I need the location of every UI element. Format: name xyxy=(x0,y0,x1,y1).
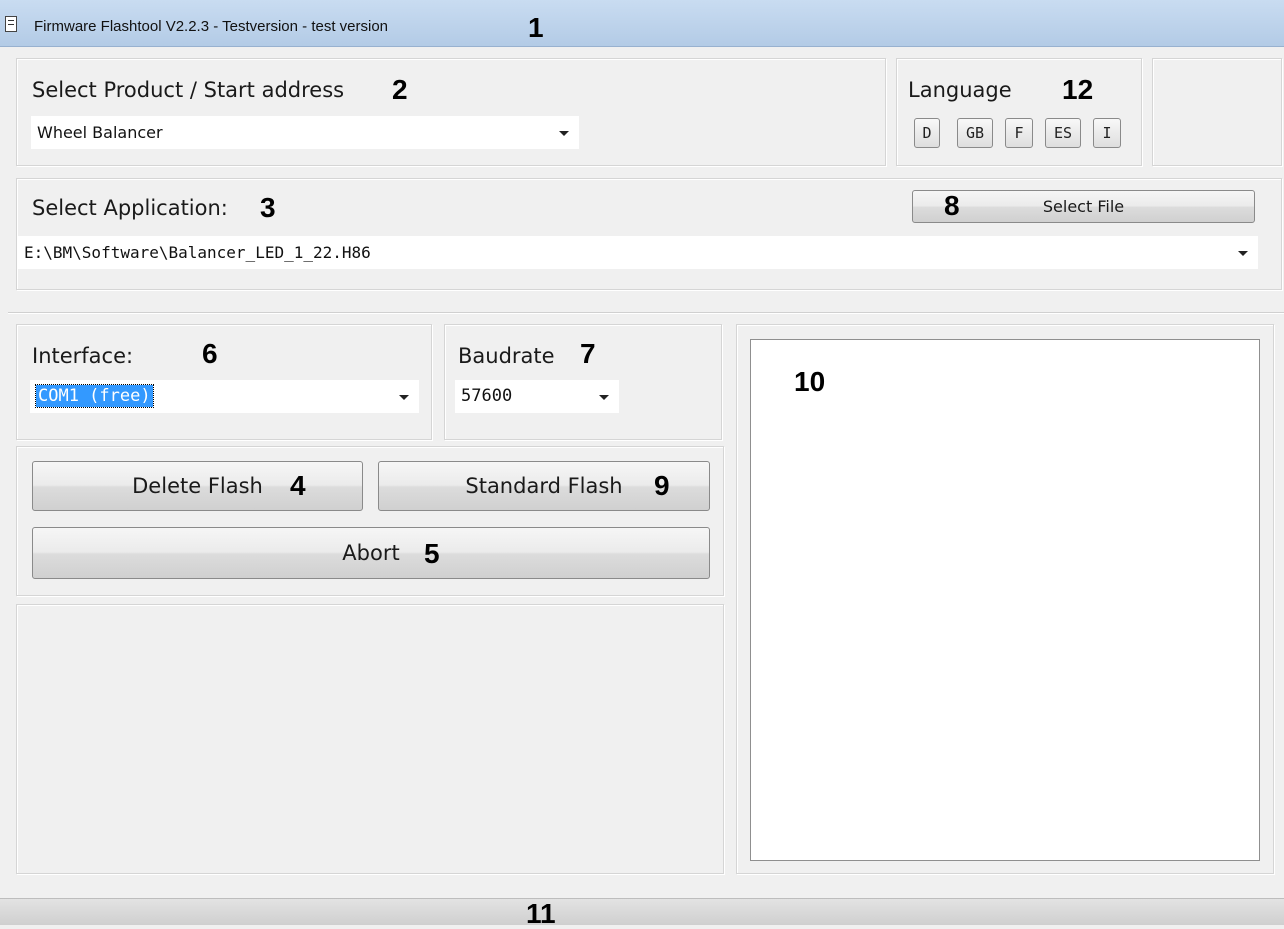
progress-bar xyxy=(0,898,1284,925)
chevron-down-icon xyxy=(1238,251,1248,256)
callout-5: 5 xyxy=(424,538,440,569)
application-file-value: E:\BM\Software\Balancer_LED_1_22.H86 xyxy=(24,243,371,262)
chevron-down-icon xyxy=(599,395,609,400)
interface-select[interactable]: COM1 (free) xyxy=(30,380,419,413)
abort-label: Abort xyxy=(342,541,400,565)
application-file-select[interactable]: E:\BM\Software\Balancer_LED_1_22.H86 xyxy=(18,236,1258,269)
chevron-down-icon xyxy=(559,131,569,136)
language-button-i[interactable]: I xyxy=(1093,118,1121,148)
language-group xyxy=(896,58,1142,166)
separator xyxy=(8,312,1284,314)
baudrate-select-value: 57600 xyxy=(461,386,513,406)
language-label: Language xyxy=(908,78,1012,102)
interface-select-value: COM1 (free) xyxy=(35,384,154,408)
callout-6: 6 xyxy=(202,338,218,369)
window-title: Firmware Flashtool V2.2.3 - Testversion … xyxy=(34,18,389,35)
callout-10: 10 xyxy=(794,366,826,397)
language-button-f[interactable]: F xyxy=(1005,118,1033,148)
callout-8: 8 xyxy=(944,190,960,221)
product-select-value: Wheel Balancer xyxy=(37,123,163,142)
info-group xyxy=(16,604,724,874)
callout-12: 12 xyxy=(1062,74,1094,105)
select-file-label: Select File xyxy=(1042,197,1125,216)
empty-group xyxy=(1152,58,1282,166)
product-group xyxy=(16,58,886,166)
baudrate-select[interactable]: 57600 xyxy=(455,380,619,413)
delete-flash-label: Delete Flash xyxy=(132,474,263,498)
application-label: Select Application: xyxy=(32,196,228,220)
standard-flash-label: Standard Flash xyxy=(465,474,623,498)
product-label: Select Product / Start address xyxy=(32,78,345,102)
callout-1: 1 xyxy=(528,12,544,43)
abort-button[interactable]: Abort xyxy=(32,527,710,579)
callout-2: 2 xyxy=(392,74,408,105)
interface-label: Interface: xyxy=(32,344,134,368)
delete-flash-button[interactable]: Delete Flash xyxy=(32,461,363,511)
callout-9: 9 xyxy=(654,470,670,501)
app-icon xyxy=(5,16,17,32)
language-button-gb[interactable]: GB xyxy=(957,118,993,148)
callout-3: 3 xyxy=(260,192,276,223)
callout-7: 7 xyxy=(580,338,596,369)
baudrate-label: Baudrate xyxy=(458,344,555,368)
language-button-es[interactable]: ES xyxy=(1045,118,1081,148)
select-file-button[interactable]: Select File xyxy=(912,190,1255,223)
product-select[interactable]: Wheel Balancer xyxy=(31,116,579,149)
callout-4: 4 xyxy=(290,470,306,501)
log-output[interactable] xyxy=(750,339,1260,861)
language-button-d[interactable]: D xyxy=(914,118,940,148)
chevron-down-icon xyxy=(399,395,409,400)
